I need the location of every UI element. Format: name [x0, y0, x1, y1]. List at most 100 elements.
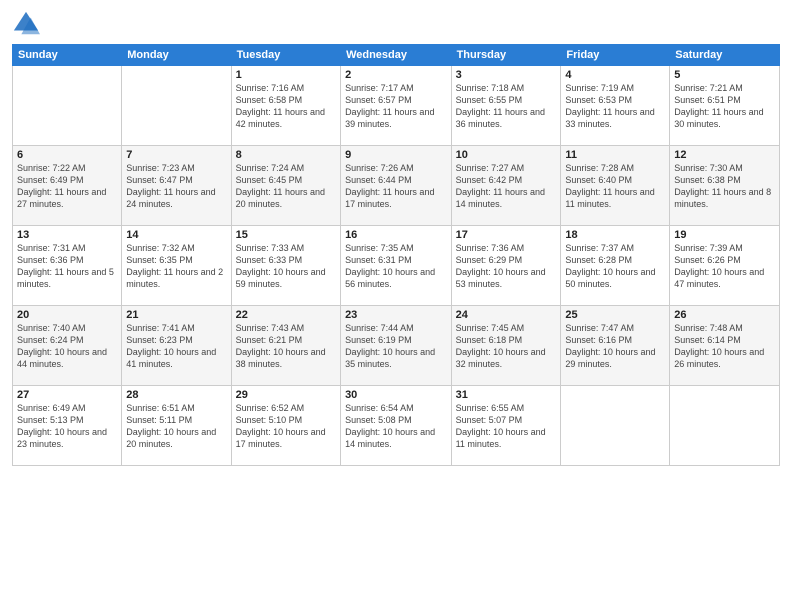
- day-info: Sunrise: 7:21 AMSunset: 6:51 PMDaylight:…: [674, 82, 775, 131]
- weekday-header-sunday: Sunday: [13, 45, 122, 66]
- day-number: 29: [236, 389, 336, 401]
- day-info: Sunrise: 7:28 AMSunset: 6:40 PMDaylight:…: [565, 162, 665, 211]
- calendar-cell: 31Sunrise: 6:55 AMSunset: 5:07 PMDayligh…: [451, 386, 561, 466]
- calendar-week-5: 27Sunrise: 6:49 AMSunset: 5:13 PMDayligh…: [13, 386, 780, 466]
- day-info: Sunrise: 7:22 AMSunset: 6:49 PMDaylight:…: [17, 162, 117, 211]
- day-info: Sunrise: 7:23 AMSunset: 6:47 PMDaylight:…: [126, 162, 226, 211]
- day-info: Sunrise: 7:24 AMSunset: 6:45 PMDaylight:…: [236, 162, 336, 211]
- day-info: Sunrise: 7:47 AMSunset: 6:16 PMDaylight:…: [565, 322, 665, 371]
- day-info: Sunrise: 7:45 AMSunset: 6:18 PMDaylight:…: [456, 322, 557, 371]
- calendar-header-row: SundayMondayTuesdayWednesdayThursdayFrid…: [13, 45, 780, 66]
- day-info: Sunrise: 7:36 AMSunset: 6:29 PMDaylight:…: [456, 242, 557, 291]
- calendar-cell: 26Sunrise: 7:48 AMSunset: 6:14 PMDayligh…: [670, 306, 780, 386]
- calendar-cell: 21Sunrise: 7:41 AMSunset: 6:23 PMDayligh…: [122, 306, 231, 386]
- day-info: Sunrise: 6:51 AMSunset: 5:11 PMDaylight:…: [126, 402, 226, 451]
- day-info: Sunrise: 7:26 AMSunset: 6:44 PMDaylight:…: [345, 162, 447, 211]
- calendar-cell: 29Sunrise: 6:52 AMSunset: 5:10 PMDayligh…: [231, 386, 340, 466]
- calendar-cell: 9Sunrise: 7:26 AMSunset: 6:44 PMDaylight…: [341, 146, 452, 226]
- day-number: 26: [674, 309, 775, 321]
- calendar-cell: 28Sunrise: 6:51 AMSunset: 5:11 PMDayligh…: [122, 386, 231, 466]
- day-number: 19: [674, 229, 775, 241]
- calendar-cell: 1Sunrise: 7:16 AMSunset: 6:58 PMDaylight…: [231, 66, 340, 146]
- calendar-cell: 2Sunrise: 7:17 AMSunset: 6:57 PMDaylight…: [341, 66, 452, 146]
- day-number: 11: [565, 149, 665, 161]
- calendar-cell: 30Sunrise: 6:54 AMSunset: 5:08 PMDayligh…: [341, 386, 452, 466]
- calendar-cell: 8Sunrise: 7:24 AMSunset: 6:45 PMDaylight…: [231, 146, 340, 226]
- weekday-header-saturday: Saturday: [670, 45, 780, 66]
- day-number: 5: [674, 69, 775, 81]
- day-info: Sunrise: 7:31 AMSunset: 6:36 PMDaylight:…: [17, 242, 117, 291]
- day-number: 14: [126, 229, 226, 241]
- day-number: 8: [236, 149, 336, 161]
- day-number: 10: [456, 149, 557, 161]
- day-number: 22: [236, 309, 336, 321]
- day-number: 21: [126, 309, 226, 321]
- day-info: Sunrise: 7:37 AMSunset: 6:28 PMDaylight:…: [565, 242, 665, 291]
- day-info: Sunrise: 7:39 AMSunset: 6:26 PMDaylight:…: [674, 242, 775, 291]
- day-number: 4: [565, 69, 665, 81]
- day-number: 3: [456, 69, 557, 81]
- day-info: Sunrise: 7:18 AMSunset: 6:55 PMDaylight:…: [456, 82, 557, 131]
- day-info: Sunrise: 6:52 AMSunset: 5:10 PMDaylight:…: [236, 402, 336, 451]
- logo: [12, 10, 44, 38]
- day-number: 31: [456, 389, 557, 401]
- day-number: 13: [17, 229, 117, 241]
- calendar-cell: 17Sunrise: 7:36 AMSunset: 6:29 PMDayligh…: [451, 226, 561, 306]
- day-number: 7: [126, 149, 226, 161]
- calendar-cell: 6Sunrise: 7:22 AMSunset: 6:49 PMDaylight…: [13, 146, 122, 226]
- page-header: [12, 10, 780, 38]
- calendar-week-2: 6Sunrise: 7:22 AMSunset: 6:49 PMDaylight…: [13, 146, 780, 226]
- day-number: 20: [17, 309, 117, 321]
- day-info: Sunrise: 7:30 AMSunset: 6:38 PMDaylight:…: [674, 162, 775, 211]
- day-number: 12: [674, 149, 775, 161]
- calendar-cell: 22Sunrise: 7:43 AMSunset: 6:21 PMDayligh…: [231, 306, 340, 386]
- day-number: 1: [236, 69, 336, 81]
- day-info: Sunrise: 7:27 AMSunset: 6:42 PMDaylight:…: [456, 162, 557, 211]
- calendar-cell: 12Sunrise: 7:30 AMSunset: 6:38 PMDayligh…: [670, 146, 780, 226]
- day-number: 24: [456, 309, 557, 321]
- calendar-cell: 5Sunrise: 7:21 AMSunset: 6:51 PMDaylight…: [670, 66, 780, 146]
- day-info: Sunrise: 7:41 AMSunset: 6:23 PMDaylight:…: [126, 322, 226, 371]
- weekday-header-thursday: Thursday: [451, 45, 561, 66]
- day-info: Sunrise: 7:32 AMSunset: 6:35 PMDaylight:…: [126, 242, 226, 291]
- day-number: 6: [17, 149, 117, 161]
- calendar-cell: 23Sunrise: 7:44 AMSunset: 6:19 PMDayligh…: [341, 306, 452, 386]
- day-number: 23: [345, 309, 447, 321]
- calendar-cell: [561, 386, 670, 466]
- day-number: 18: [565, 229, 665, 241]
- day-info: Sunrise: 7:33 AMSunset: 6:33 PMDaylight:…: [236, 242, 336, 291]
- calendar-cell: 19Sunrise: 7:39 AMSunset: 6:26 PMDayligh…: [670, 226, 780, 306]
- day-number: 2: [345, 69, 447, 81]
- calendar-cell: 25Sunrise: 7:47 AMSunset: 6:16 PMDayligh…: [561, 306, 670, 386]
- calendar-cell: 18Sunrise: 7:37 AMSunset: 6:28 PMDayligh…: [561, 226, 670, 306]
- weekday-header-wednesday: Wednesday: [341, 45, 452, 66]
- day-info: Sunrise: 7:44 AMSunset: 6:19 PMDaylight:…: [345, 322, 447, 371]
- day-info: Sunrise: 6:55 AMSunset: 5:07 PMDaylight:…: [456, 402, 557, 451]
- day-info: Sunrise: 7:35 AMSunset: 6:31 PMDaylight:…: [345, 242, 447, 291]
- calendar-cell: 10Sunrise: 7:27 AMSunset: 6:42 PMDayligh…: [451, 146, 561, 226]
- day-number: 30: [345, 389, 447, 401]
- day-info: Sunrise: 7:17 AMSunset: 6:57 PMDaylight:…: [345, 82, 447, 131]
- logo-icon: [12, 10, 40, 38]
- day-info: Sunrise: 6:54 AMSunset: 5:08 PMDaylight:…: [345, 402, 447, 451]
- calendar-table: SundayMondayTuesdayWednesdayThursdayFrid…: [12, 44, 780, 466]
- weekday-header-monday: Monday: [122, 45, 231, 66]
- day-number: 17: [456, 229, 557, 241]
- calendar-cell: 16Sunrise: 7:35 AMSunset: 6:31 PMDayligh…: [341, 226, 452, 306]
- calendar-cell: [13, 66, 122, 146]
- day-info: Sunrise: 7:43 AMSunset: 6:21 PMDaylight:…: [236, 322, 336, 371]
- day-number: 16: [345, 229, 447, 241]
- calendar-cell: 20Sunrise: 7:40 AMSunset: 6:24 PMDayligh…: [13, 306, 122, 386]
- calendar-cell: 13Sunrise: 7:31 AMSunset: 6:36 PMDayligh…: [13, 226, 122, 306]
- day-number: 25: [565, 309, 665, 321]
- day-number: 27: [17, 389, 117, 401]
- calendar-cell: 24Sunrise: 7:45 AMSunset: 6:18 PMDayligh…: [451, 306, 561, 386]
- calendar-cell: 3Sunrise: 7:18 AMSunset: 6:55 PMDaylight…: [451, 66, 561, 146]
- calendar-cell: 14Sunrise: 7:32 AMSunset: 6:35 PMDayligh…: [122, 226, 231, 306]
- calendar-cell: [670, 386, 780, 466]
- day-number: 9: [345, 149, 447, 161]
- day-number: 28: [126, 389, 226, 401]
- day-info: Sunrise: 7:48 AMSunset: 6:14 PMDaylight:…: [674, 322, 775, 371]
- calendar-cell: 7Sunrise: 7:23 AMSunset: 6:47 PMDaylight…: [122, 146, 231, 226]
- day-info: Sunrise: 7:40 AMSunset: 6:24 PMDaylight:…: [17, 322, 117, 371]
